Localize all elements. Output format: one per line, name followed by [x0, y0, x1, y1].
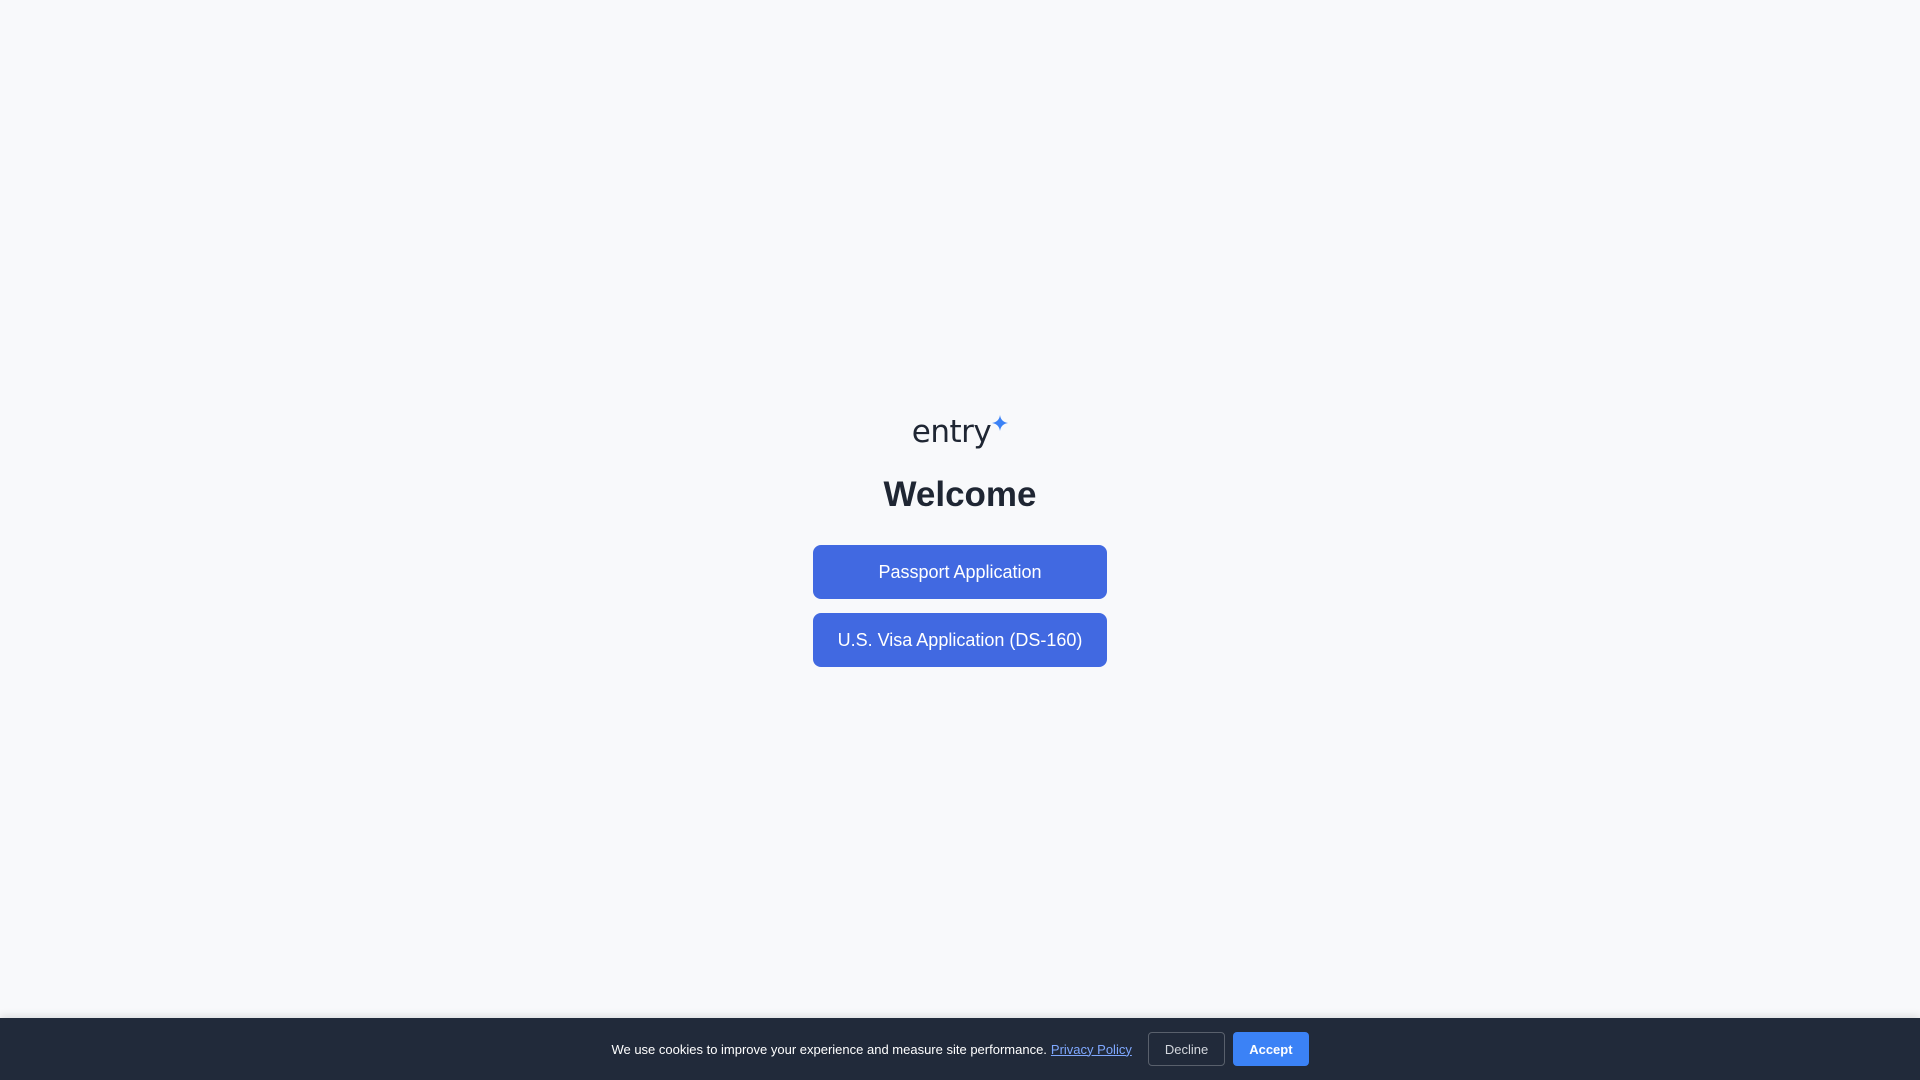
cookie-banner: We use cookies to improve your experienc…	[0, 1018, 1920, 1080]
privacy-policy-link[interactable]: Privacy Policy	[1051, 1042, 1132, 1057]
page-title: Welcome	[883, 475, 1037, 514]
decline-cookies-button[interactable]: Decline	[1147, 1032, 1226, 1066]
logo-wordmark: entry	[911, 414, 992, 450]
entry-logo: entry	[911, 412, 1009, 452]
welcome-panel: entry Welcome Passport Application U.S. …	[0, 412, 1920, 667]
cookie-message: We use cookies to improve your experienc…	[611, 1041, 1047, 1057]
page: entry Welcome Passport Application U.S. …	[0, 0, 1920, 1080]
passport-application-button[interactable]: Passport Application	[813, 545, 1107, 599]
visa-application-button[interactable]: U.S. Visa Application (DS-160)	[813, 613, 1107, 667]
sparkle-icon	[992, 415, 1009, 431]
accept-cookies-button[interactable]: Accept	[1233, 1032, 1309, 1066]
